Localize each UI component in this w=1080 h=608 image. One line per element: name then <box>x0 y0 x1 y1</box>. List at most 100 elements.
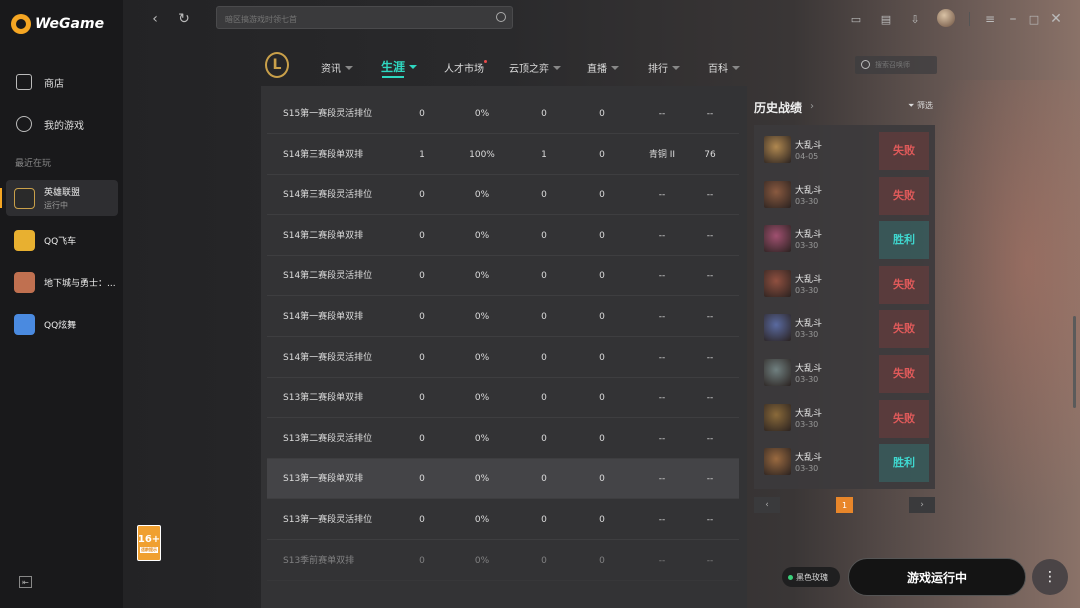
refresh-icon[interactable]: ↻ <box>176 11 192 27</box>
prev-page-button[interactable]: ‹ <box>754 497 780 513</box>
tab-ranking[interactable]: 排行 <box>648 60 680 75</box>
table-cell: 0 <box>419 271 425 282</box>
tab-wiki[interactable]: 百科 <box>708 60 740 75</box>
sidebar-game-qqdance[interactable]: QQ炫舞 <box>6 306 118 342</box>
table-row[interactable]: S14第一赛段灵活排位 0 0% 0 0 -- -- <box>267 338 739 378</box>
menu-icon[interactable]: ≡ <box>982 11 998 27</box>
close-icon[interactable]: ✕ <box>1048 11 1064 27</box>
match-date: 03-30 <box>795 241 819 251</box>
table-row[interactable]: S14第二赛段单双排 0 0% 0 0 -- -- <box>267 216 739 256</box>
table-cell: -- <box>706 515 714 525</box>
match-mode: 大乱斗 <box>795 230 823 241</box>
table-cell: 0 <box>599 109 605 119</box>
search-icon[interactable] <box>496 12 506 22</box>
filter-button[interactable]: ⏷ 筛选 <box>908 100 933 111</box>
table-cell: 0 <box>419 312 425 322</box>
table-cell: 0 <box>419 190 425 201</box>
logo-text: WeGame <box>35 16 105 32</box>
sidebar-game-qqspeed[interactable]: QQ飞车 <box>6 222 118 258</box>
match-item[interactable]: 大乱斗 04-05 失败 <box>762 132 929 170</box>
match-item[interactable]: 大乱斗 03-30 胜利 <box>762 221 929 260</box>
table-cell: -- <box>658 352 666 363</box>
sidebar-game-lol[interactable]: 英雄联盟 运行中 <box>0 180 118 216</box>
tab-career[interactable]: 生涯 <box>381 58 418 75</box>
summoner-search <box>855 56 937 74</box>
message-icon[interactable]: ▤ <box>878 11 894 27</box>
avatar[interactable] <box>937 9 955 27</box>
chevron-down-icon <box>553 65 561 70</box>
back-icon[interactable]: ‹ <box>147 11 163 27</box>
match-date: 03-30 <box>795 419 819 429</box>
table-cell: 0 <box>541 555 547 566</box>
qqspeed-game-icon <box>14 229 35 251</box>
table-cell: 0 <box>599 149 605 160</box>
table-row[interactable]: S13季前赛单双排 0 0% 0 0 -- -- <box>267 541 739 581</box>
table-cell: 0 <box>599 190 605 201</box>
match-item[interactable]: 大乱斗 03-30 失败 <box>762 355 929 393</box>
tab-label: 人才市场 <box>444 64 484 75</box>
filter-label: 筛选 <box>916 101 933 110</box>
tab-live[interactable]: 直播 <box>587 60 619 75</box>
table-row[interactable]: S15第一赛段灵活排位 0 0% 0 0 -- -- <box>267 94 739 134</box>
sidebar-item-shop[interactable]: 商店 <box>0 67 123 97</box>
table-cell: 0 <box>419 474 425 485</box>
match-item[interactable]: 大乱斗 03-30 失败 <box>762 310 929 349</box>
table-cell: 0 <box>541 352 547 363</box>
age-rating: 16+ <box>137 533 161 545</box>
match-date: 03-30 <box>795 330 819 340</box>
match-item[interactable]: 大乱斗 03-30 失败 <box>762 176 929 215</box>
table-row[interactable]: S13第一赛段单双排 0 0% 0 0 -- -- <box>267 459 739 500</box>
table-cell: -- <box>706 271 714 282</box>
table-row[interactable]: S13第二赛段单双排 0 0% 0 0 -- -- <box>267 378 739 419</box>
tab-label: 百科 <box>708 64 728 75</box>
divider <box>969 12 970 26</box>
table-cell: 0 <box>599 433 605 444</box>
table-row[interactable]: S14第二赛段灵活排位 0 0% 0 0 -- -- <box>267 256 739 297</box>
game-name: 地下城与勇士：... <box>44 278 116 289</box>
scrollbar-thumb[interactable] <box>1073 316 1076 408</box>
wegame-logo[interactable]: WeGame <box>11 14 104 34</box>
champion-icon <box>764 180 791 208</box>
season-name: S13第二赛段灵活排位 <box>283 433 373 444</box>
tab-label: 资讯 <box>321 64 341 75</box>
active-tab-indicator <box>382 76 404 78</box>
folder-icon[interactable]: ▭ <box>848 11 864 27</box>
table-row[interactable]: S14第一赛段单双排 0 0% 0 0 -- -- <box>267 297 739 337</box>
match-result: 失败 <box>879 176 929 215</box>
table-cell: 0 <box>419 352 425 363</box>
summoner-search-input[interactable] <box>875 58 935 72</box>
table-row[interactable]: S13第二赛段灵活排位 0 0% 0 0 -- -- <box>267 419 739 459</box>
minimize-icon[interactable]: – <box>1005 11 1021 27</box>
table-row[interactable]: S14第三赛段单双排 1 100% 1 0 青铜 II 76 <box>267 135 739 175</box>
page-number[interactable]: 1 <box>836 497 853 513</box>
sidebar-item-label: 商店 <box>44 78 64 90</box>
sidebar-item-my-games[interactable]: 我的游戏 <box>0 109 123 139</box>
table-row[interactable]: S14第三赛段灵活排位 0 0% 0 0 -- -- <box>267 175 739 216</box>
match-item[interactable]: 大乱斗 03-30 胜利 <box>762 444 929 483</box>
match-item[interactable]: 大乱斗 03-30 失败 <box>762 265 929 304</box>
table-cell: -- <box>658 555 666 566</box>
table-cell: 0 <box>541 474 547 485</box>
table-cell: 0 <box>419 515 425 525</box>
more-options-icon[interactable]: ⋮ <box>1032 559 1068 595</box>
match-item[interactable]: 大乱斗 03-30 失败 <box>762 399 929 438</box>
chevron-right-icon[interactable]: › <box>810 101 814 112</box>
history-title[interactable]: 历史战绩 <box>754 99 802 116</box>
tab-tft[interactable]: 云顶之弈 <box>509 60 561 75</box>
game-running-button[interactable]: 游戏运行中 <box>848 558 1026 596</box>
match-result: 胜利 <box>879 444 929 483</box>
table-cell: 0 <box>599 393 605 404</box>
tab-talent-market[interactable]: 人才市场 <box>444 60 484 75</box>
table-row[interactable]: S13第一赛段灵活排位 0 0% 0 0 -- -- <box>267 500 739 540</box>
next-page-button[interactable]: › <box>909 497 935 513</box>
download-icon[interactable]: ⇩ <box>907 11 923 27</box>
age-note: 适龄提示 <box>140 546 158 553</box>
maximize-icon[interactable]: □ <box>1026 11 1042 27</box>
server-status[interactable]: 黑色玫瑰 <box>782 567 840 587</box>
season-name: S15第一赛段灵活排位 <box>283 109 373 119</box>
table-cell: -- <box>658 474 666 485</box>
collapse-sidebar-icon[interactable]: ⇤ <box>19 576 32 588</box>
global-search-input[interactable] <box>217 9 477 30</box>
sidebar-game-dnf[interactable]: 地下城与勇士：... <box>6 264 118 300</box>
tab-news[interactable]: 资讯 <box>321 60 353 75</box>
